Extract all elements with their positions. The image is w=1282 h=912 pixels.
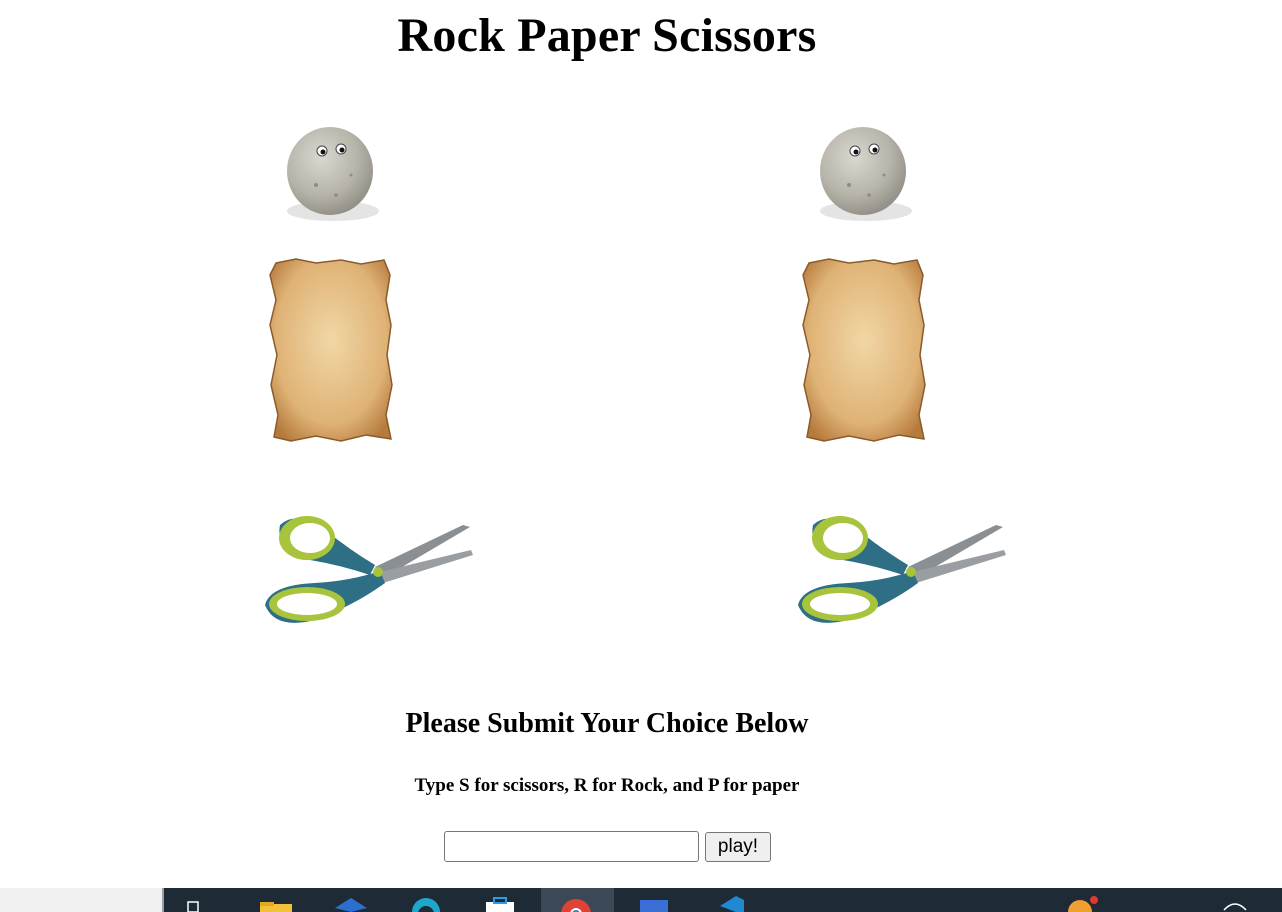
store-icon[interactable]	[482, 894, 518, 912]
notification-icon[interactable]	[1064, 894, 1100, 912]
file-explorer-icon[interactable]	[258, 894, 294, 912]
dropbox-icon[interactable]	[333, 894, 369, 912]
play-button[interactable]: play!	[705, 832, 771, 862]
paper-image-left	[269, 258, 393, 442]
taskbar-search-box[interactable]	[0, 888, 164, 912]
paper-image-right	[802, 258, 926, 442]
edge-icon[interactable]	[408, 894, 444, 912]
vscode-icon[interactable]	[706, 894, 746, 912]
taskbar	[0, 888, 1282, 912]
page-title: Rock Paper Scissors	[397, 9, 817, 62]
rock-image-left	[256, 95, 406, 245]
task-view-icon[interactable]	[186, 894, 210, 912]
system-tray-icon[interactable]	[1220, 894, 1250, 912]
scissors-image-left	[265, 516, 473, 623]
word-icon[interactable]	[636, 894, 672, 912]
chrome-icon[interactable]	[558, 894, 594, 912]
choice-input[interactable]	[444, 831, 699, 862]
scissors-image-right	[798, 516, 1006, 623]
prompt-heading: Please Submit Your Choice Below	[405, 708, 809, 739]
instructions-text: Type S for scissors, R for Rock, and P f…	[414, 775, 800, 796]
rock-image-right	[789, 95, 939, 245]
